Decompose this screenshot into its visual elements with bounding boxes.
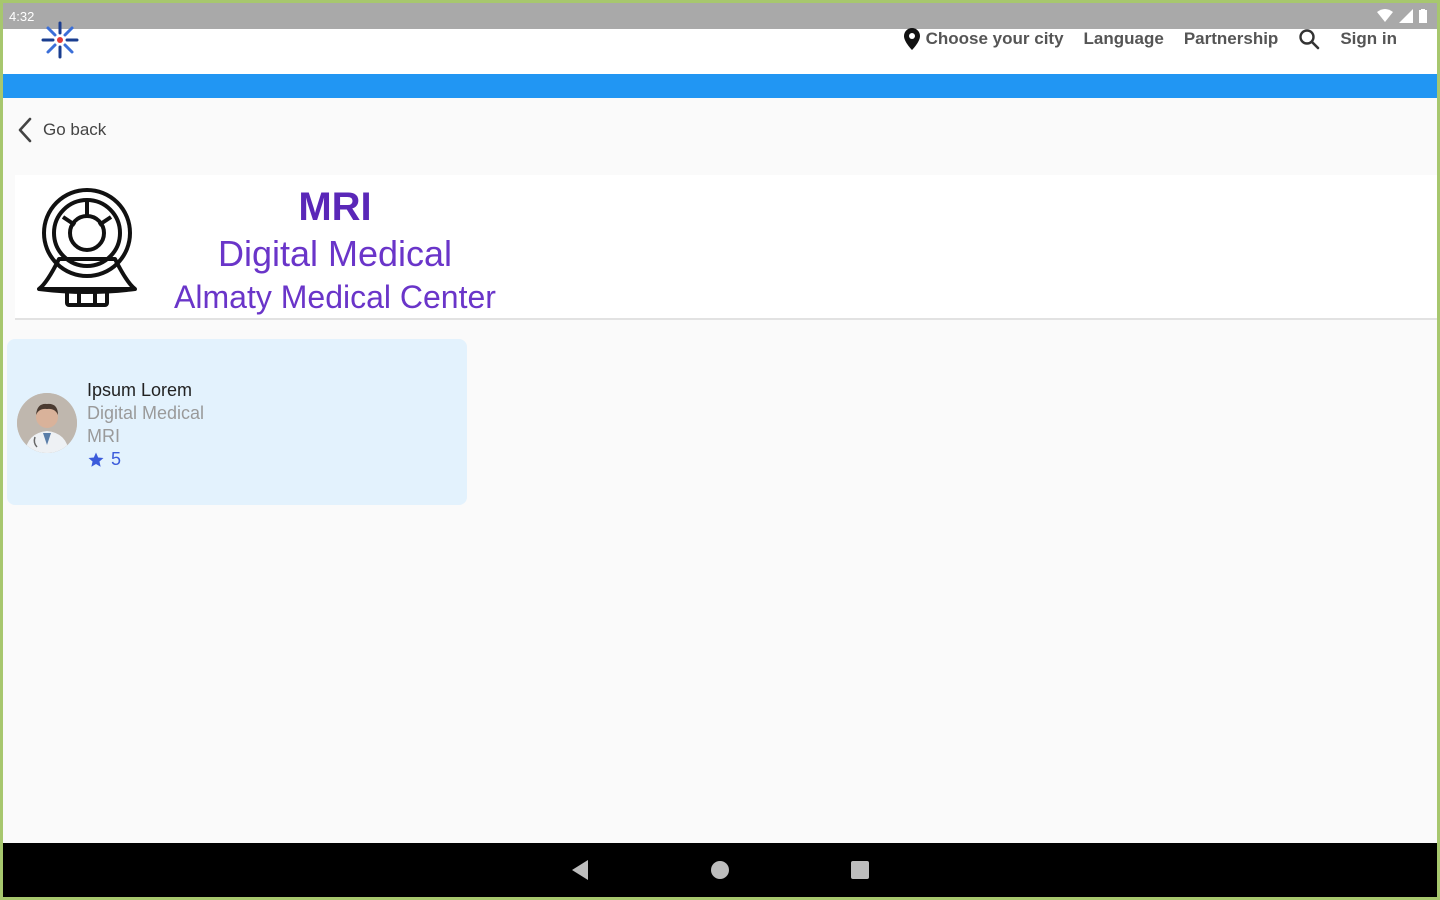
mri-scanner-icon <box>37 188 137 307</box>
language-label: Language <box>1083 29 1164 48</box>
clinic-name: Digital Medical <box>217 233 453 274</box>
back-nav-button[interactable] <box>570 859 590 881</box>
doctor-specialty: MRI <box>87 426 120 446</box>
doctor-rating: 5 <box>87 448 204 471</box>
recents-square-icon <box>851 861 869 879</box>
search-button[interactable] <box>1298 28 1320 50</box>
service-titles: MRI Digital Medical Almaty Medical Cente… <box>165 183 505 317</box>
recents-nav-button[interactable] <box>850 860 870 880</box>
service-title: MRI <box>298 185 372 229</box>
nav-links: Choose your city Language Partnership Si… <box>903 28 1397 50</box>
doctor-clinic: Digital Medical <box>87 403 205 423</box>
partnership-label: Partnership <box>1183 29 1279 48</box>
center-name: Almaty Medical Center <box>174 279 496 315</box>
go-back-button[interactable]: Go back <box>17 117 106 143</box>
back-triangle-icon <box>572 860 588 880</box>
top-nav: Choose your city Language Partnership Si… <box>3 21 1437 74</box>
home-circle-icon <box>711 861 729 879</box>
rating-value: 5 <box>111 449 122 469</box>
star-icon <box>88 452 104 467</box>
doctor-avatar <box>17 393 77 453</box>
home-nav-button[interactable] <box>710 860 730 880</box>
signal-icon <box>1399 9 1413 23</box>
accent-bar <box>3 74 1437 98</box>
location-pin-icon <box>903 28 920 50</box>
search-icon <box>1299 29 1320 50</box>
service-header: MRI Digital Medical Almaty Medical Cente… <box>15 175 1437 320</box>
doctor-name: Ipsum Lorem <box>87 380 193 400</box>
sign-in-label: Sign in <box>1340 29 1397 48</box>
status-icons <box>1377 9 1427 23</box>
status-bar: 4:32 <box>3 3 1437 29</box>
doctor-card[interactable]: Ipsum Lorem Digital Medical MRI 5 <box>7 339 467 505</box>
sign-in-link[interactable]: Sign in <box>1340 29 1397 49</box>
go-back-label: Go back <box>43 120 107 139</box>
partnership-link[interactable]: Partnership <box>1184 29 1278 49</box>
doctor-info: Ipsum Lorem Digital Medical MRI 5 <box>87 379 204 471</box>
battery-icon <box>1419 9 1427 23</box>
chevron-left-icon <box>18 117 32 143</box>
language-link[interactable]: Language <box>1084 29 1164 49</box>
choose-city-link[interactable]: Choose your city <box>903 28 1064 50</box>
wifi-icon <box>1377 9 1393 22</box>
system-nav-bar <box>3 843 1437 897</box>
app-screen: 4:32 Choose your city Language Partnersh… <box>3 3 1437 897</box>
app-logo[interactable] <box>35 15 85 65</box>
choose-city-label: Choose your city <box>925 29 1064 48</box>
status-time: 4:32 <box>9 8 35 24</box>
doctor-photo <box>17 393 77 453</box>
